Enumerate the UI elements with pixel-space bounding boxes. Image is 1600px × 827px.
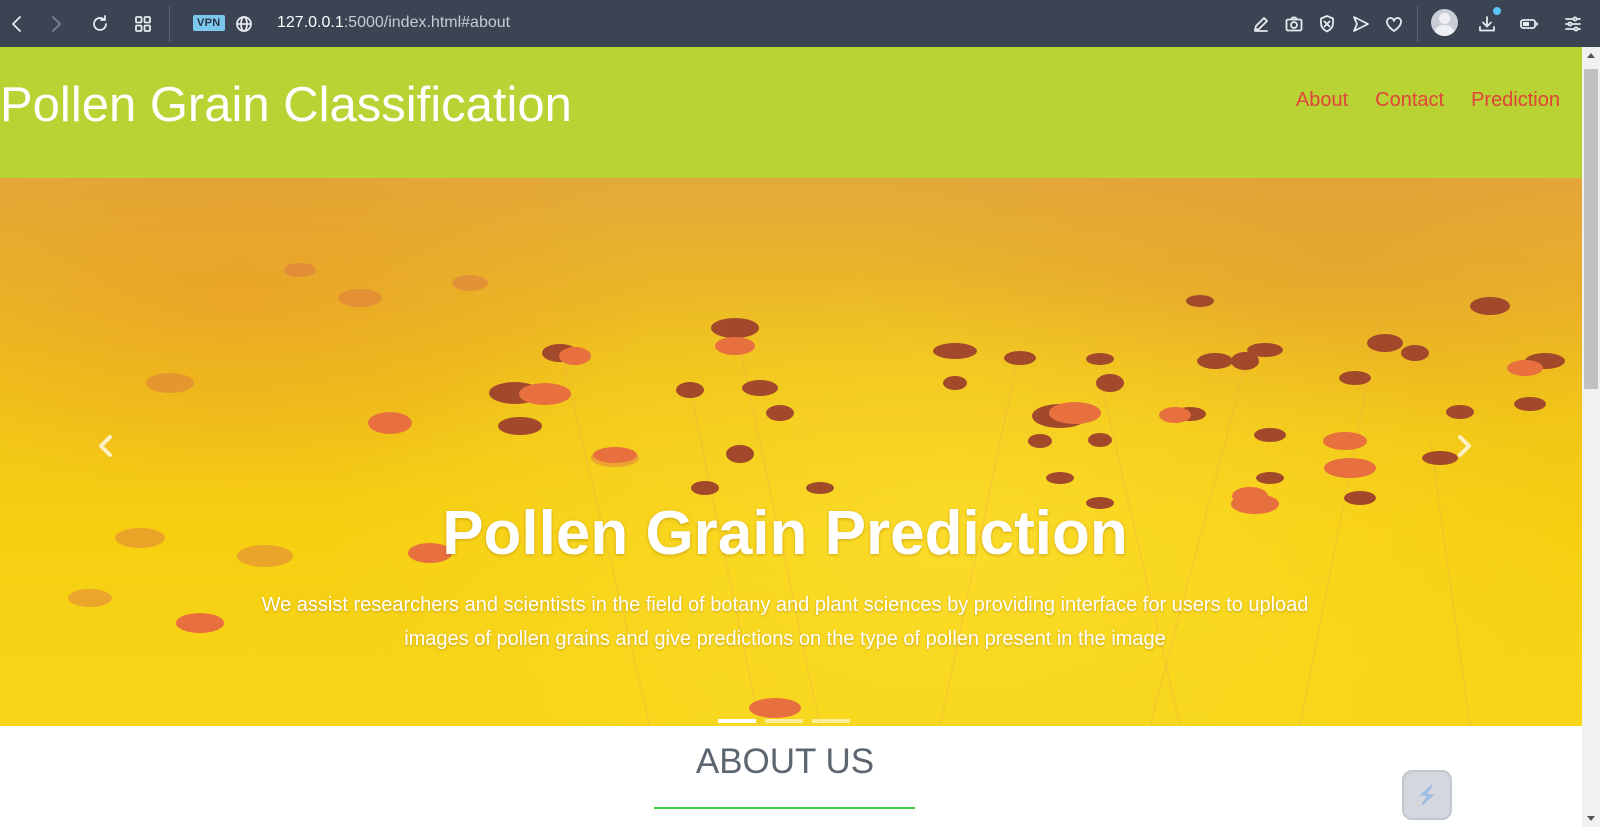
- edit-icon[interactable]: [1248, 11, 1274, 37]
- widget-logo-icon: [1419, 784, 1435, 806]
- hero-description: We assist researchers and scientists in …: [261, 594, 1309, 650]
- download-badge: [1493, 7, 1501, 15]
- url-host: 127.0.0.1: [277, 14, 344, 31]
- carousel-prev-icon[interactable]: [88, 428, 124, 464]
- about-section-title: ABOUT US: [695, 742, 875, 781]
- floating-widget-button[interactable]: [1402, 770, 1452, 820]
- about-title-underline: [654, 807, 915, 809]
- url-path: :5000/index.html#about: [343, 14, 511, 31]
- carousel-indicator-2[interactable]: [765, 719, 803, 723]
- shield-icon[interactable]: [1314, 11, 1340, 37]
- nav-contact[interactable]: Contact: [1375, 88, 1444, 112]
- carousel-next-icon[interactable]: [1446, 428, 1482, 464]
- scroll-thumb[interactable]: [1584, 69, 1598, 389]
- tabs-grid-icon[interactable]: [130, 11, 156, 37]
- back-icon[interactable]: [4, 11, 30, 37]
- toolbar-divider: [1417, 6, 1418, 42]
- site-brand[interactable]: Pollen Grain Classification: [0, 77, 572, 133]
- globe-icon[interactable]: [231, 11, 257, 37]
- carousel-indicators: [718, 719, 850, 723]
- site-header: Pollen Grain Classification About Contac…: [0, 47, 1582, 178]
- main-nav: About Contact Prediction: [1296, 88, 1560, 112]
- reload-icon[interactable]: [87, 11, 113, 37]
- hero-title: Pollen Grain Prediction: [442, 499, 1128, 568]
- hero-carousel: Pollen Grain Prediction We assist resear…: [0, 178, 1582, 726]
- battery-icon[interactable]: [1516, 11, 1542, 37]
- carousel-indicator-3[interactable]: [812, 719, 850, 723]
- scroll-down-icon[interactable]: [1587, 816, 1595, 821]
- send-icon[interactable]: [1348, 11, 1374, 37]
- settings-icon[interactable]: [1560, 11, 1586, 37]
- page-scrollbar[interactable]: [1582, 47, 1600, 827]
- scroll-up-icon[interactable]: [1587, 53, 1595, 58]
- toolbar-divider: [169, 6, 170, 42]
- camera-icon[interactable]: [1281, 11, 1307, 37]
- carousel-indicator-1[interactable]: [718, 719, 756, 723]
- address-bar[interactable]: 127.0.0.1:5000/index.html#about: [277, 12, 510, 34]
- nav-about[interactable]: About: [1296, 88, 1348, 112]
- forward-icon[interactable]: [43, 11, 69, 37]
- page-viewport: Pollen Grain Classification About Contac…: [0, 47, 1582, 827]
- browser-toolbar: VPN 127.0.0.1:5000/index.html#about: [0, 0, 1600, 47]
- vpn-badge[interactable]: VPN: [193, 15, 225, 31]
- heart-icon[interactable]: [1381, 11, 1407, 37]
- nav-prediction[interactable]: Prediction: [1471, 88, 1560, 112]
- avatar[interactable]: [1431, 9, 1458, 36]
